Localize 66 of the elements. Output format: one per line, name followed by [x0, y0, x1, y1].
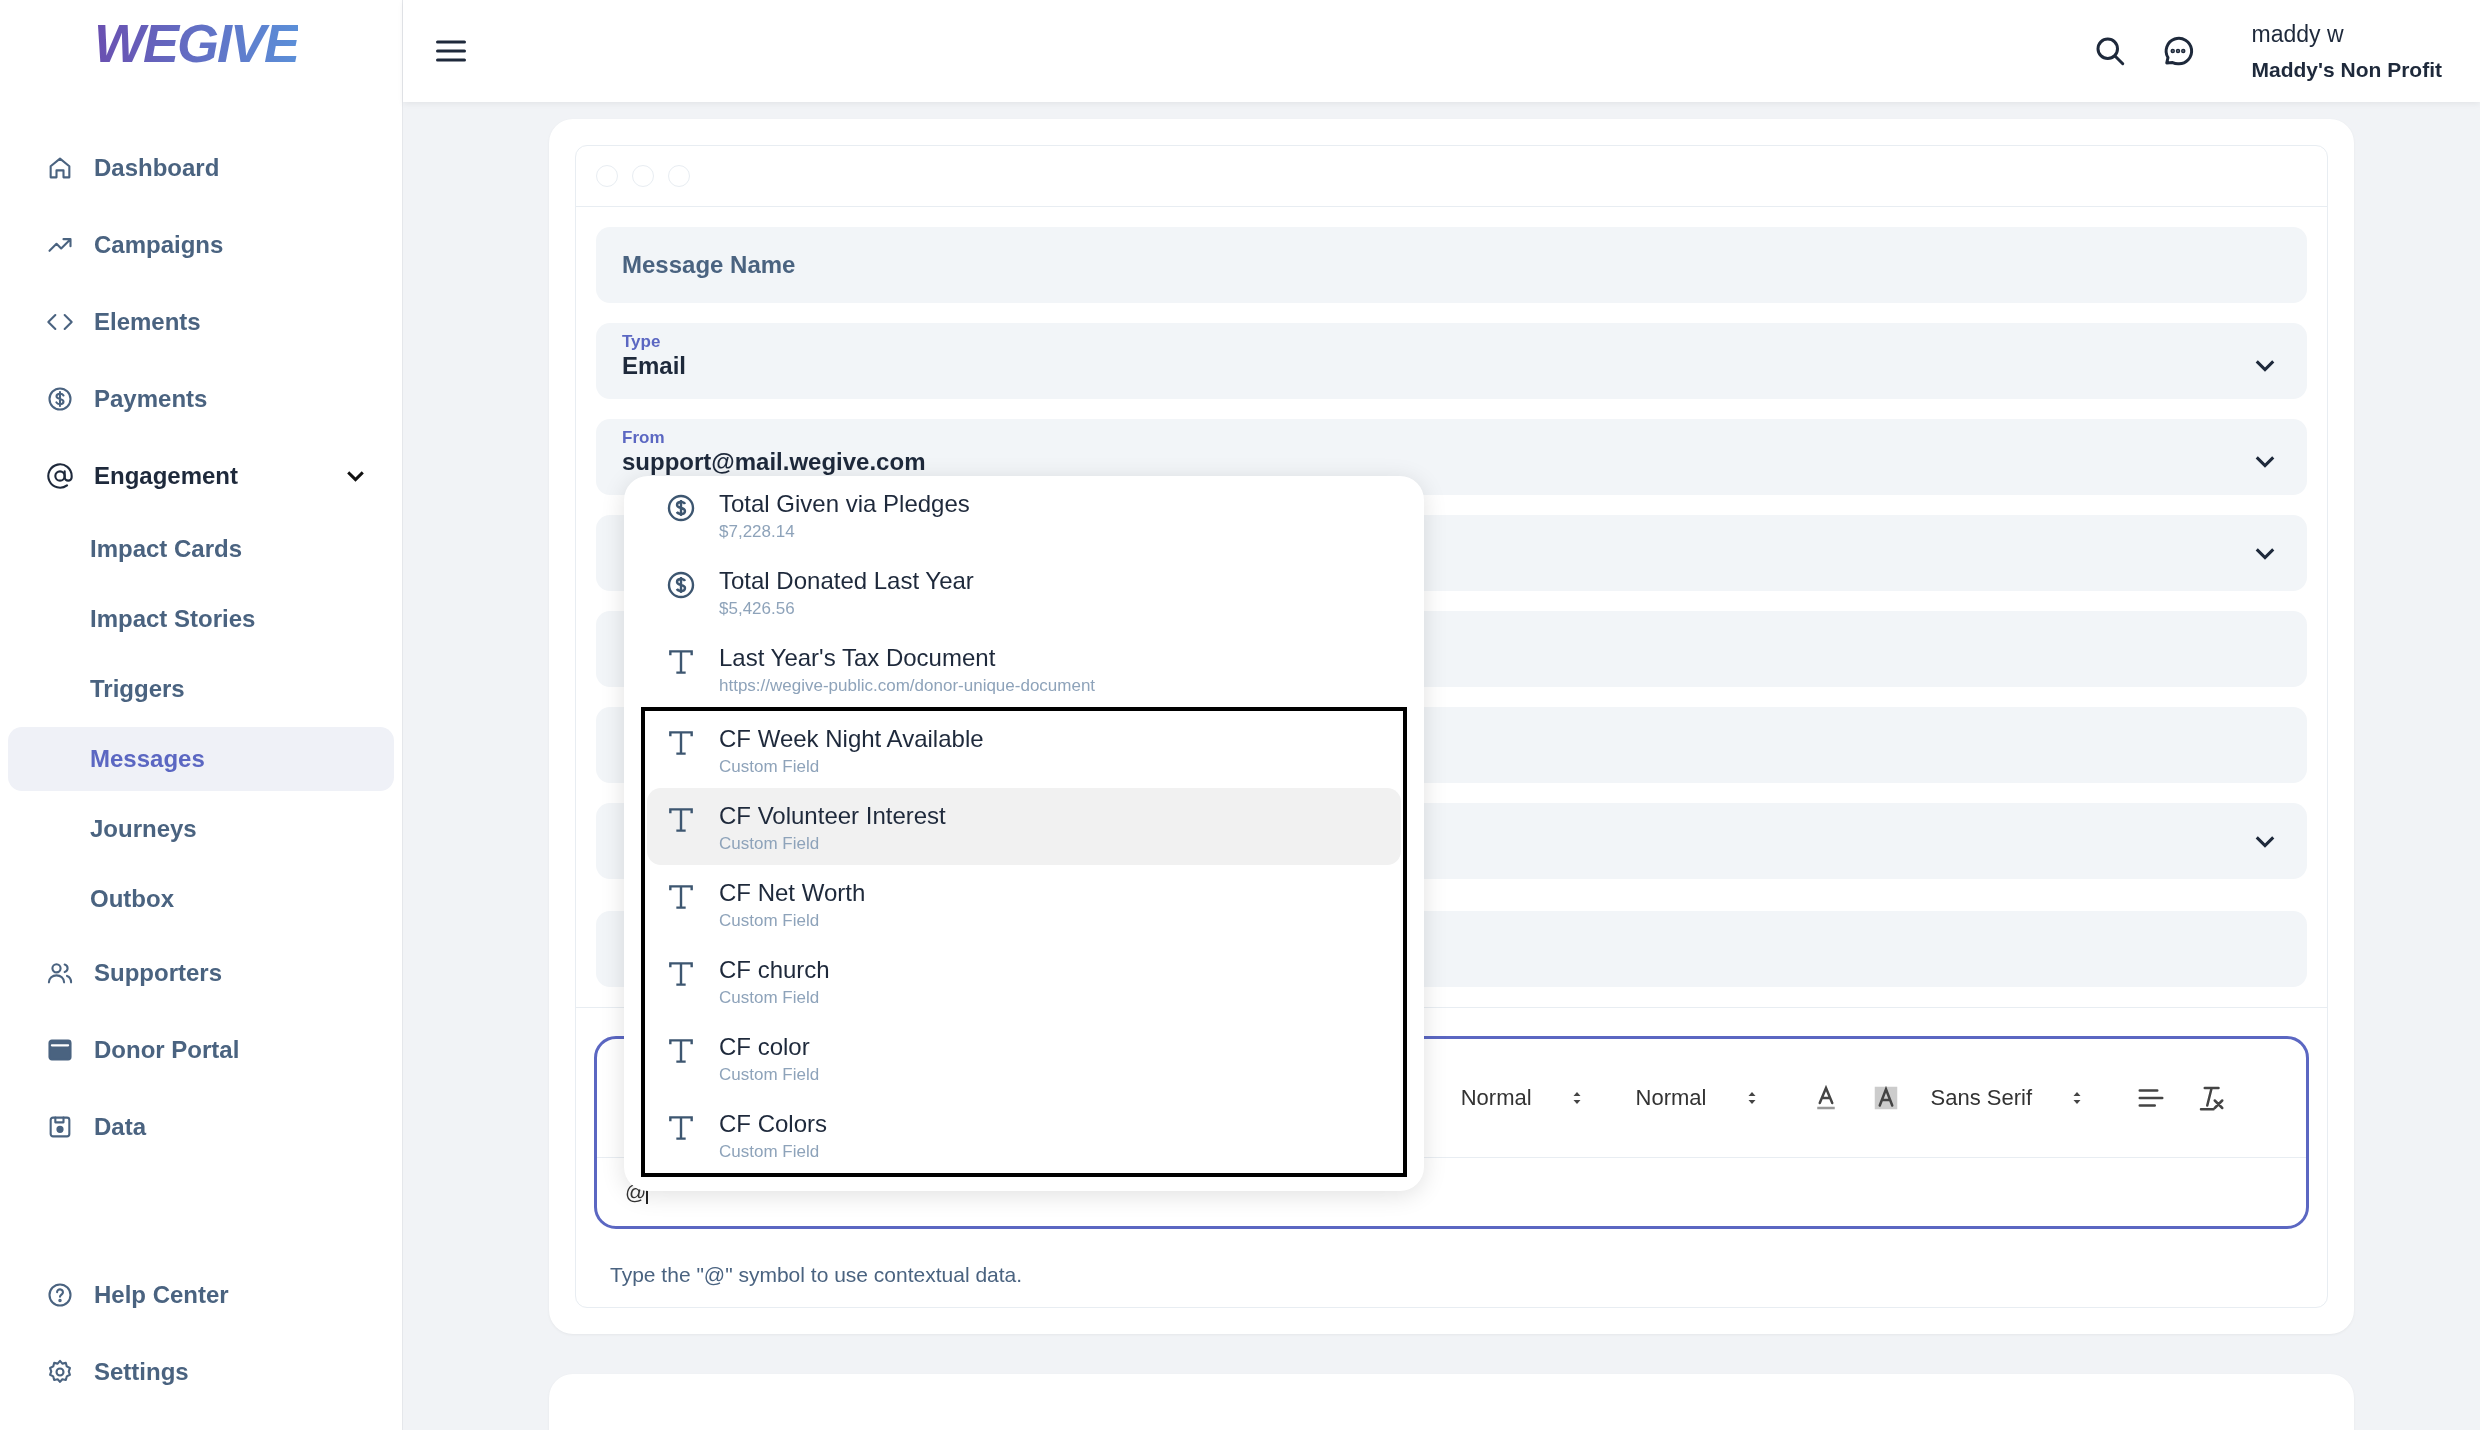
mention-option[interactable]: CF church Custom Field [647, 942, 1401, 1019]
sidebar-item[interactable]: Data [8, 1088, 394, 1166]
mention-option[interactable]: CF Volunteer Interest Custom Field [647, 788, 1401, 865]
mention-option[interactable]: Total Donated Last Year $5,426.56 [641, 553, 1407, 630]
field-value: Email [622, 352, 688, 380]
dollar-icon [665, 569, 697, 601]
option-title: CF Net Worth [719, 879, 866, 907]
option-title: CF Colors [719, 1110, 827, 1138]
field-value: support@mail.wegive.com [622, 448, 927, 476]
organization-name: Maddy's Non Profit [2251, 57, 2442, 82]
chevron-icon [2255, 360, 2275, 371]
option-detail: Custom Field [719, 911, 821, 931]
select-field[interactable]: Type Email [596, 323, 2307, 399]
option-detail: $7,228.14 [719, 522, 796, 542]
mention-option[interactable]: CF Net Worth Custom Field [647, 865, 1401, 942]
option-title: CF church [719, 956, 830, 984]
sidebar-item[interactable]: Help Center [8, 1256, 394, 1333]
option-title: CF Week Night Available [719, 725, 984, 753]
sidebar-subitem[interactable]: Outbox [8, 867, 394, 932]
format-dropdown[interactable]: Sans Serif [1930, 1085, 2106, 1111]
user-name: maddy w [2251, 20, 2345, 48]
format-dropdown[interactable]: Normal [1635, 1085, 1781, 1111]
option-detail: Custom Field [719, 988, 821, 1008]
option-detail: Custom Field [719, 757, 821, 777]
sidebar-subitem[interactable]: Impact Stories [8, 587, 394, 652]
option-detail: https://wegive-public.com/donor-unique-document [719, 676, 1096, 696]
sort-caret-icon [2072, 1090, 2082, 1106]
sort-caret-icon [1571, 1090, 1582, 1106]
dollar-icon [46, 384, 74, 413]
help-icon [46, 1280, 74, 1309]
sort-caret-icon [1746, 1090, 1757, 1106]
option-title: CF color [719, 1033, 811, 1061]
at-icon [46, 461, 74, 490]
option-title: Total Donated Last Year [719, 567, 974, 595]
sidebar-item[interactable]: Engagement [8, 437, 394, 515]
sidebar-item[interactable]: Dashboard [8, 129, 394, 207]
sidebar-item[interactable]: Donor Portal [8, 1011, 394, 1089]
field-label: Type [622, 332, 662, 352]
format-dropdown[interactable]: Normal [1460, 1085, 1606, 1111]
sidebar-item[interactable]: Supporters [8, 934, 394, 1012]
mention-option[interactable]: CF Colors Custom Field [647, 1096, 1401, 1173]
chevron-icon [2255, 456, 2275, 467]
sidebar-subitem[interactable]: Journeys [8, 797, 394, 862]
sidebar-item[interactable]: Elements [8, 283, 394, 361]
sidebar-subitem[interactable]: Messages [8, 727, 394, 792]
chevron-icon [2255, 547, 2275, 559]
option-title: Last Year's Tax Document [719, 644, 997, 672]
sidebar-item[interactable]: Payments [8, 360, 394, 438]
mention-option[interactable]: CF Week Night Available Custom Field [647, 711, 1401, 788]
mention-option[interactable]: Last Year's Tax Document https://wegive-public.com/donor-unique-document [641, 630, 1407, 707]
input-field[interactable]: Message Name [596, 227, 2307, 303]
option-detail: Custom Field [719, 1065, 820, 1085]
helper-text: Type the "@" symbol to use contextual data. [610, 1263, 1024, 1287]
settings-icon [46, 1357, 74, 1386]
dollar-icon [665, 492, 697, 524]
sidebar-item[interactable]: Settings [8, 1333, 394, 1410]
option-detail: $5,426.56 [719, 599, 796, 619]
option-detail: Custom Field [719, 1142, 821, 1162]
chevron-icon [2255, 835, 2275, 847]
option-title: CF Volunteer Interest [719, 802, 946, 830]
field-label: From [622, 428, 666, 448]
option-detail: Custom Field [719, 834, 821, 854]
sidebar-subitem[interactable]: Triggers [8, 657, 394, 722]
field-placeholder: Message Name [622, 251, 797, 279]
sidebar-subitem[interactable]: Impact Cards [8, 517, 394, 582]
sidebar-item[interactable]: Campaigns [8, 206, 394, 284]
